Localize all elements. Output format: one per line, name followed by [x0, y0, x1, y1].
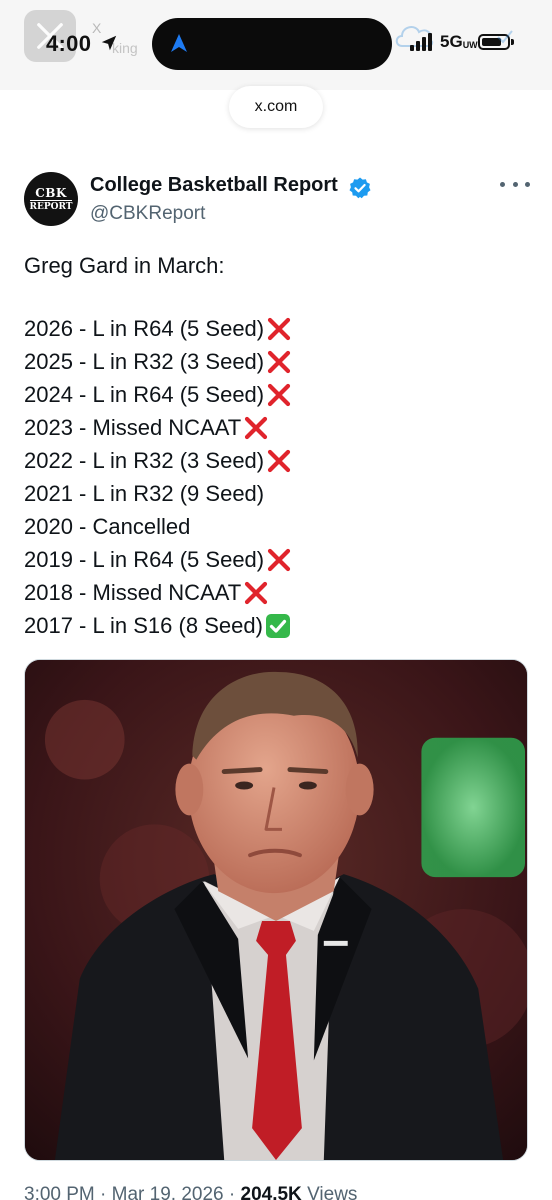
cross-mark-icon [266, 349, 292, 375]
status-bar: X king 4:00 5GUW [0, 0, 552, 90]
avatar-text-top: CBK [35, 185, 67, 200]
tweet-meta: 3:00 PM · Mar 19, 2026 · 204.5K Views [24, 1184, 357, 1200]
handle[interactable]: @CBKReport [90, 203, 205, 225]
cross-mark-icon [243, 580, 269, 606]
tweet-line: 2018 - Missed NCAAT [24, 576, 534, 609]
cross-mark-icon [266, 382, 292, 408]
cross-mark-icon [266, 448, 292, 474]
tweet-line: 2023 - Missed NCAAT [24, 411, 534, 444]
tweet-line-text: 2023 - Missed NCAAT [24, 415, 242, 440]
tweet-line: 2025 - L in R32 (3 Seed) [24, 345, 534, 378]
tweet-time[interactable]: 3:00 PM [24, 1184, 95, 1200]
tweet-line-text: 2017 - L in S16 (8 Seed) [24, 613, 263, 638]
tweet-line-text: 2025 - L in R32 (3 Seed) [24, 349, 265, 374]
dynamic-island[interactable] [152, 18, 392, 70]
network-type: 5GUW [440, 32, 478, 51]
tweet-line: 2026 - L in R64 (5 Seed) [24, 312, 534, 345]
location-arrow-icon [101, 35, 117, 51]
tweet-line-text: 2022 - L in R32 (3 Seed) [24, 448, 265, 473]
tweet-line: 2020 - Cancelled [24, 510, 534, 543]
tweet-line: 2021 - L in R32 (9 Seed) [24, 477, 534, 510]
more-horizontal-icon[interactable] [500, 174, 530, 194]
url-bar[interactable]: x.com [229, 86, 323, 128]
clock: 4:00 [46, 31, 92, 56]
views-count: 204.5K [240, 1184, 302, 1200]
tweet-intro: Greg Gard in March: [24, 253, 225, 278]
tweet-line-text: 2020 - Cancelled [24, 514, 191, 539]
meta-separator: · [94, 1184, 112, 1200]
check-mark-button-icon [265, 613, 291, 639]
cross-mark-icon [266, 316, 292, 342]
tweet-line-text: 2018 - Missed NCAAT [24, 580, 242, 605]
tweet-line-text: 2026 - L in R64 (5 Seed) [24, 316, 265, 341]
navigation-arrow-icon [171, 34, 187, 52]
tweet-line: 2022 - L in R32 (3 Seed) [24, 444, 534, 477]
tweet-line-text: 2021 - L in R32 (9 Seed) [24, 481, 265, 506]
meta-separator: · [223, 1184, 241, 1200]
verified-badge-icon [349, 177, 371, 199]
coach-photo-illustration [25, 660, 527, 1160]
views-label: Views [307, 1184, 358, 1200]
cross-mark-icon [266, 547, 292, 573]
avatar-text-bottom: REPORT [29, 199, 73, 212]
cellular-signal-icon [410, 33, 432, 51]
tweet-line-list: 2026 - L in R64 (5 Seed) 2025 - L in R32 … [24, 312, 534, 642]
ghost-check-icon [497, 30, 513, 44]
tweet-text: Greg Gard in March: 2026 - L in R64 (5 S… [24, 250, 534, 642]
tweet-line-text: 2019 - L in R64 (5 Seed) [24, 547, 265, 572]
tweet-line: 2024 - L in R64 (5 Seed) [24, 378, 534, 411]
display-name[interactable]: College Basketball Report [90, 174, 338, 197]
tweet-line: 2017 - L in S16 (8 Seed) [24, 609, 534, 642]
tweet-line-text: 2024 - L in R64 (5 Seed) [24, 382, 265, 407]
tweet-date[interactable]: Mar 19, 2026 [112, 1184, 224, 1200]
network-suffix: UW [462, 40, 478, 50]
tweet-line: 2019 - L in R64 (5 Seed) [24, 543, 534, 576]
avatar[interactable]: CBK REPORT [24, 172, 78, 226]
tweet-photo[interactable] [24, 659, 528, 1161]
cross-mark-icon [243, 415, 269, 441]
